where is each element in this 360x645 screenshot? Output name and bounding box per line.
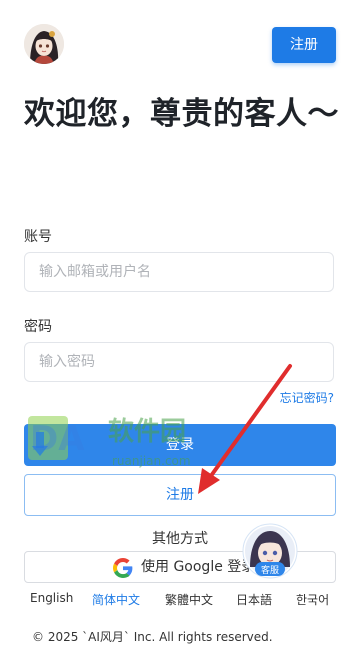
copyright-text: © 2025 `AI风月` Inc. All rights reserved. [32,630,273,644]
watermark-logo-text: DA [30,419,85,459]
google-login-label: 使用 Google 登录 [141,559,256,575]
header: 注册 [0,0,360,90]
avatar[interactable] [24,24,64,64]
watermark-brand-text: 软件园 [108,417,186,447]
language-switcher: English 简体中文 繁體中文 日本語 한국어 [0,591,360,609]
password-label: 密码 [24,319,52,335]
account-input[interactable]: 输入邮箱或用户名 [24,252,334,292]
other-methods-title: 其他方式 [152,531,208,547]
account-label: 账号 [24,229,52,245]
welcome-title: 欢迎您，尊贵的客人～ [24,96,339,132]
google-g-icon [113,558,133,578]
language-traditional-chinese[interactable]: 繁體中文 [165,591,213,608]
customer-service-avatar-icon: 客服 [242,523,298,579]
anime-avatar-icon [24,24,64,64]
watermark-domain-text: ruanjian.com [112,454,191,468]
language-japanese[interactable]: 日本語 [236,591,272,608]
customer-service-button[interactable]: 客服 [242,523,298,579]
customer-service-label: 客服 [261,564,279,576]
language-korean[interactable]: 한국어 [296,591,329,608]
language-simplified-chinese[interactable]: 简体中文 [92,591,140,608]
language-english[interactable]: English [30,591,73,605]
annotation-arrow [198,364,292,494]
header-register-button[interactable]: 注册 [272,27,336,63]
